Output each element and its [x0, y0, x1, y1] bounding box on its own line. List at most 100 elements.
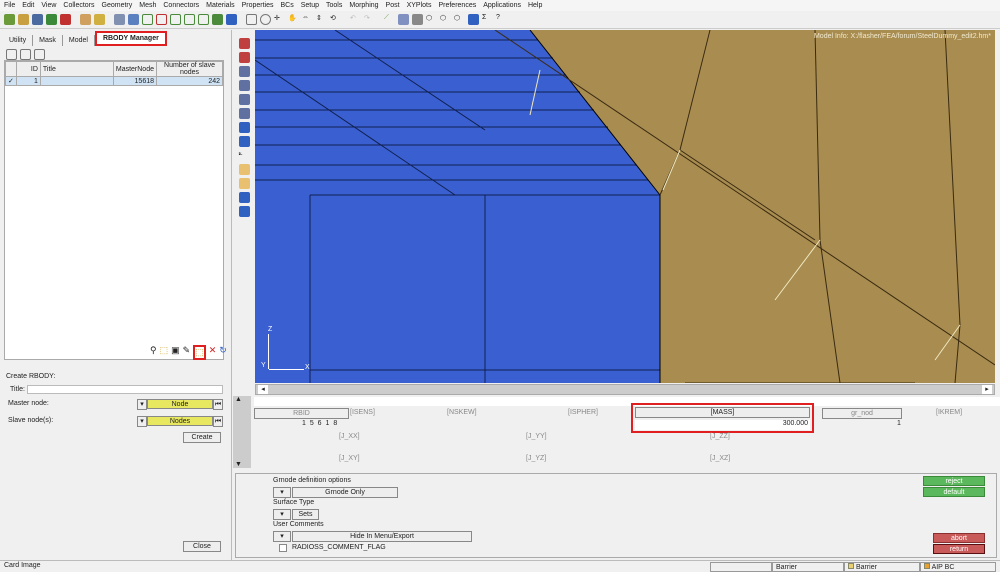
rotate-icon[interactable]: ⟲ — [330, 14, 341, 25]
menu-bcs[interactable]: BCs — [280, 2, 293, 9]
horizontal-scrollbar[interactable]: ◂ ▸ — [255, 384, 995, 395]
find-icon[interactable]: ⚲ — [150, 345, 157, 360]
jzz-label[interactable]: [J_ZZ] — [710, 433, 730, 440]
menu-view[interactable]: View — [41, 2, 56, 9]
nskew-label[interactable]: [NSKEW] — [447, 409, 477, 416]
scroll-down-icon[interactable]: ▼ — [235, 461, 242, 468]
abc-label-icon[interactable] — [238, 164, 250, 175]
isolate-icon[interactable]: ▣ — [171, 345, 180, 360]
scroll-right-icon[interactable]: ▸ — [982, 385, 992, 394]
menu-help[interactable]: Help — [528, 2, 542, 9]
row-checkbox[interactable]: ✓ — [5, 76, 17, 86]
menu-connectors[interactable]: Connectors — [163, 2, 199, 9]
slave-nodes-dropdown[interactable]: ▾ — [137, 416, 147, 427]
rbid-value[interactable]: 1 5 6 1 8 — [302, 420, 338, 427]
jxx-label[interactable]: [J_XX] — [339, 433, 360, 440]
save-icon[interactable] — [32, 14, 43, 25]
delete-icon[interactable]: ✕ — [209, 345, 217, 360]
col-master-node[interactable]: MasterNode — [112, 61, 158, 77]
tab-mask[interactable]: Mask — [33, 35, 63, 46]
abort-button[interactable]: abort — [933, 533, 985, 543]
zoom-icon[interactable] — [114, 14, 125, 25]
elements-icon[interactable] — [238, 94, 250, 105]
refresh-icon[interactable]: ↻ — [219, 345, 227, 360]
user-comments-dropdown[interactable]: ▾ — [273, 531, 291, 542]
ispher-label[interactable]: [ISPHER] — [568, 409, 598, 416]
col-id[interactable]: ID — [15, 61, 41, 77]
col-title[interactable]: Title — [39, 61, 114, 77]
abc-label2-icon[interactable] — [238, 178, 250, 189]
normals-icon[interactable]: ⟀ — [239, 150, 250, 161]
grnod-value[interactable]: 1 — [897, 420, 901, 427]
menu-tools[interactable]: Tools — [326, 2, 342, 9]
zoom-window-icon[interactable] — [246, 14, 257, 25]
import-solver-icon[interactable] — [46, 14, 57, 25]
status-property[interactable]: Barrier — [772, 562, 844, 572]
cube-icon[interactable]: ⬡ — [426, 14, 437, 25]
help-icon[interactable]: ? — [496, 14, 507, 25]
table-row[interactable]: ✓ 1 15618 242 — [5, 76, 223, 86]
menu-properties[interactable]: Properties — [242, 2, 274, 9]
status-loadcol[interactable]: AIP BC — [920, 562, 996, 572]
master-node-reset-icon[interactable]: ⏮ — [213, 399, 223, 410]
camera-icon[interactable] — [238, 192, 250, 203]
close-button[interactable]: Close — [183, 541, 221, 552]
menu-mesh[interactable]: Mesh — [139, 2, 156, 9]
mass-field-button[interactable]: [MASS] — [635, 407, 810, 418]
export-icon[interactable] — [60, 14, 71, 25]
select-all-icon[interactable] — [6, 49, 17, 60]
menu-file[interactable]: File — [4, 2, 15, 9]
ikrem-label[interactable]: [IKREM] — [936, 409, 962, 416]
review-icon[interactable]: ⬚ — [193, 345, 206, 360]
numbers-icon[interactable] — [238, 136, 250, 147]
scroll-left-icon[interactable]: ◂ — [258, 385, 268, 394]
graphics-viewport[interactable]: Model Info: X:/flasher/FEA/forum/SteelDu… — [255, 30, 995, 383]
menu-geometry[interactable]: Geometry — [102, 2, 133, 9]
hand-icon[interactable]: ✋ — [288, 14, 299, 25]
grnod-dropdown[interactable]: ▾ — [273, 487, 291, 498]
folder-icon[interactable] — [94, 14, 105, 25]
isens-label[interactable]: [ISENS] — [350, 409, 375, 416]
view-zx-icon[interactable] — [184, 14, 195, 25]
color-icon[interactable] — [238, 122, 250, 133]
grnod-field-button[interactable]: gr_nod — [822, 408, 902, 419]
menu-xyplots[interactable]: XYPlots — [407, 2, 432, 9]
user-profile-icon[interactable] — [80, 14, 91, 25]
cube-mesh-icon[interactable]: ⬡ — [454, 14, 465, 25]
menu-collectors[interactable]: Collectors — [63, 2, 94, 9]
rbid-field-button[interactable]: RBID — [254, 408, 349, 419]
menu-post[interactable]: Post — [386, 2, 400, 9]
default-button[interactable]: default — [923, 487, 985, 497]
display-icon[interactable] — [238, 38, 250, 49]
solid-icon[interactable] — [412, 14, 423, 25]
redo-icon[interactable]: ↷ — [364, 14, 375, 25]
show-icon[interactable]: ⬚ — [160, 345, 169, 360]
menu-materials[interactable]: Materials — [206, 2, 234, 9]
undo-icon[interactable]: ↶ — [350, 14, 361, 25]
pan-icon[interactable]: ✛ — [274, 14, 285, 25]
view-yx-icon[interactable] — [156, 14, 167, 25]
zoom-in-icon[interactable] — [260, 14, 271, 25]
master-node-selector[interactable]: Node — [147, 399, 213, 409]
menu-applications[interactable]: Applications — [483, 2, 521, 9]
translate-icon[interactable]: ⇔ — [302, 14, 313, 25]
tab-rbody-manager[interactable]: RBODY Manager — [94, 31, 167, 46]
master-node-dropdown[interactable]: ▾ — [137, 399, 147, 410]
comment-flag-checkbox[interactable] — [279, 544, 287, 552]
jxy-label[interactable]: [J_XY] — [339, 455, 360, 462]
return-button[interactable]: return — [933, 544, 985, 554]
sum-icon[interactable]: Σ — [482, 14, 493, 25]
edit-icon[interactable]: ✎ — [183, 345, 191, 360]
scroll-up-icon[interactable]: ▲ — [235, 396, 242, 403]
jyz-label[interactable]: [J_YZ] — [526, 455, 546, 462]
grnod-option-button[interactable]: Grnode Only — [292, 487, 398, 498]
jxz-label[interactable]: [J_XZ] — [710, 455, 730, 462]
slave-nodes-selector[interactable]: Nodes — [147, 416, 213, 426]
card-vertical-scrollbar[interactable]: ▲ ▼ — [233, 396, 251, 468]
wireframe-icon[interactable] — [238, 80, 250, 91]
card-header-field[interactable] — [254, 397, 1000, 406]
open-model-icon[interactable] — [4, 14, 15, 25]
menu-preferences[interactable]: Preferences — [438, 2, 476, 9]
mass-value-input[interactable]: 300.000 — [635, 420, 810, 430]
menu-morphing[interactable]: Morphing — [349, 2, 378, 9]
